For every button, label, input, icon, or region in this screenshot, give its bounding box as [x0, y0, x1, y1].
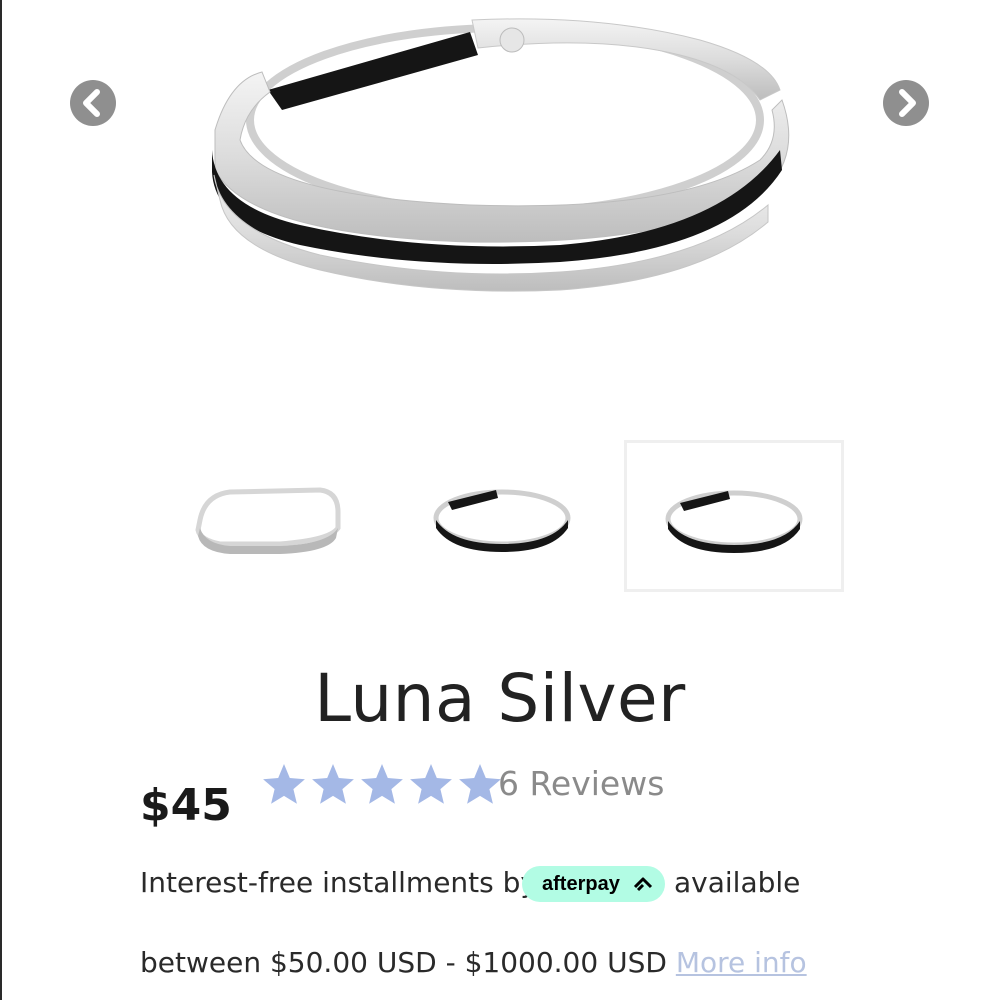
afterpay-logo-text: afterpay [542, 873, 620, 895]
afterpay-suffix: available [674, 866, 801, 899]
star-icon [263, 764, 305, 804]
thumbnail-2[interactable] [392, 440, 612, 592]
previous-image-button[interactable] [70, 80, 116, 126]
afterpay-arrows-icon [633, 877, 653, 892]
product-main-image [0, 0, 1000, 330]
thumbnail-1[interactable] [160, 440, 380, 592]
star-icon [410, 764, 452, 804]
star-icon [459, 764, 501, 804]
star-icon [312, 764, 354, 804]
next-image-button[interactable] [883, 80, 929, 126]
star-rating [263, 764, 501, 804]
star-icon [361, 764, 403, 804]
more-info-link[interactable]: More info [676, 946, 807, 979]
product-title: Luna Silver [314, 660, 686, 737]
thumbnail-3[interactable] [624, 440, 844, 592]
afterpay-range: between $50.00 USD - $1000.00 USD More i… [140, 946, 807, 979]
thumbnail-strip [0, 440, 1000, 595]
afterpay-prefix: Interest-free installments by [140, 866, 537, 899]
afterpay-logo: afterpay [522, 866, 665, 902]
afterpay-range-text: between $50.00 USD - $1000.00 USD [140, 946, 667, 979]
chevron-left-icon [83, 89, 100, 117]
reviews-count-link[interactable]: 6 Reviews [498, 764, 664, 803]
product-price: $45 [140, 780, 232, 831]
chevron-right-icon [899, 89, 916, 117]
